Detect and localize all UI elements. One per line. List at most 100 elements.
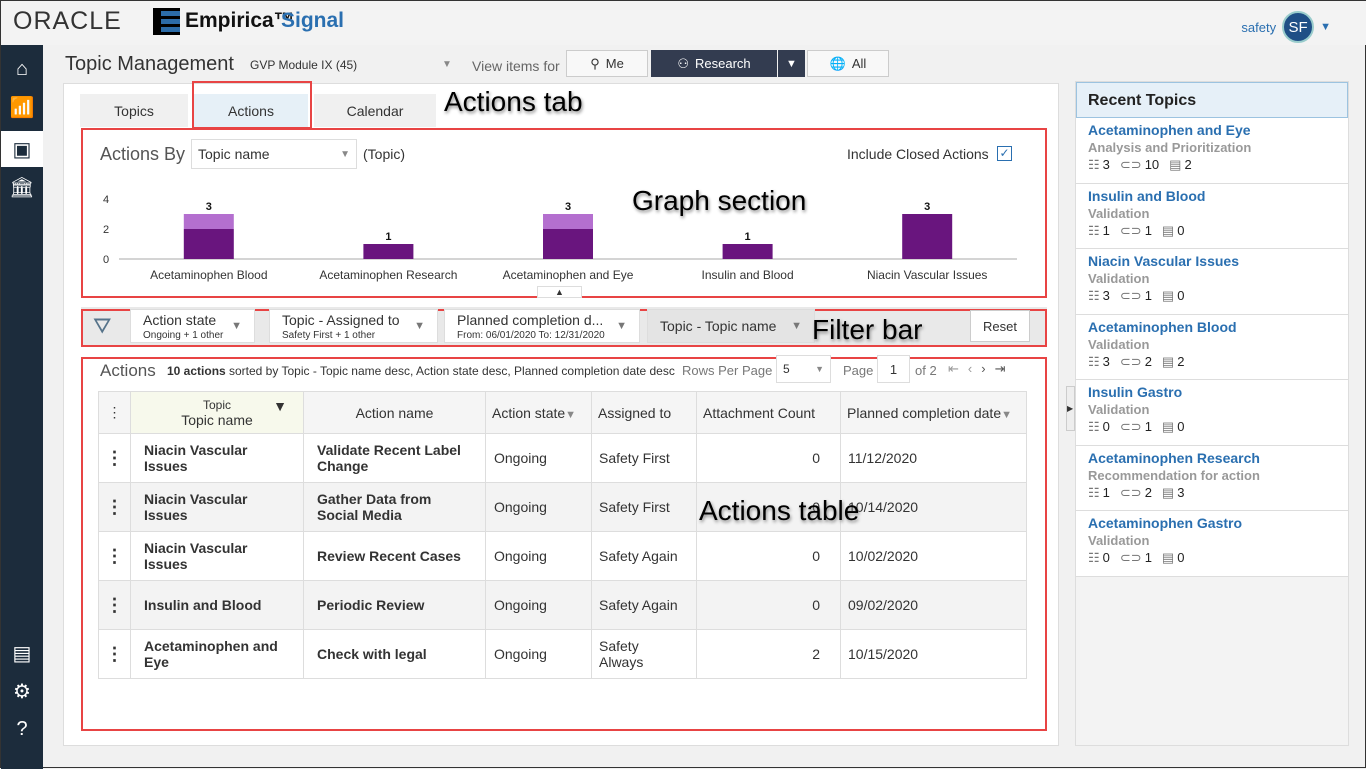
recent-topic-state: Validation: [1088, 205, 1150, 221]
settings-icon[interactable]: ⚙: [1, 673, 43, 709]
row-menu-header[interactable]: ⋮: [98, 391, 131, 434]
filter-topic-name[interactable]: Topic - Topic name ▼: [647, 309, 815, 343]
comment-icon: ▤: [1161, 288, 1175, 303]
expand-right-panel-button[interactable]: ▶: [1066, 386, 1075, 431]
group-by-select[interactable]: Topic name ▼: [191, 139, 357, 169]
signal-icon[interactable]: 📶: [1, 89, 43, 125]
reset-button[interactable]: Reset: [970, 310, 1030, 342]
comment-icon: ▤: [1169, 157, 1182, 172]
more-vertical-icon: ⋮: [105, 496, 124, 517]
cell-attachment-count: 2: [696, 629, 841, 679]
topics-icon[interactable]: ▣: [1, 131, 43, 167]
include-closed-checkbox[interactable]: ✓: [997, 146, 1012, 161]
module-select[interactable]: GVP Module IX (45): [250, 58, 357, 72]
actions-checklist-icon: ☷: [1088, 288, 1100, 303]
column-action-state[interactable]: Action state▼: [485, 391, 592, 434]
column-topic-name[interactable]: Topic Topic name ▼: [130, 391, 304, 434]
actions-title: Actions: [100, 361, 156, 380]
user-menu[interactable]: safety SF ▼: [1241, 11, 1331, 43]
page-input[interactable]: 1: [877, 355, 910, 383]
rows-per-page-select[interactable]: 5 ▼: [776, 355, 831, 383]
row-menu-button[interactable]: ⋮: [98, 433, 131, 483]
actions-count: 0: [1102, 550, 1110, 565]
table-row[interactable]: ⋮ Niacin Vascular Issues Review Recent C…: [98, 531, 1027, 581]
reports-icon[interactable]: 🏛: [1, 169, 43, 205]
recent-topic-title[interactable]: Acetaminophen and Eye: [1088, 122, 1336, 138]
cell-planned-date: 11/12/2020: [840, 433, 1027, 483]
table-row[interactable]: ⋮ Acetaminophen and Eye Check with legal…: [98, 629, 1027, 679]
pagination-controls[interactable]: ⇤‹›⇥: [948, 361, 1015, 377]
sort-desc-icon: ▼: [565, 408, 577, 421]
recent-topic-title[interactable]: Insulin and Blood: [1088, 188, 1336, 204]
filter-sub: Ongoing + 1 other: [143, 330, 224, 341]
table-row[interactable]: ⋮ Niacin Vascular Issues Validate Recent…: [98, 433, 1027, 483]
cell-action-name[interactable]: Gather Data from Social Media: [303, 482, 486, 532]
column-action-name[interactable]: Action name: [303, 391, 486, 434]
help-icon[interactable]: ?: [1, 711, 43, 747]
comments-icon[interactable]: ▤: [1, 635, 43, 671]
annotation-actions-table: Actions table: [699, 495, 860, 526]
cell-planned-date: 10/14/2020: [840, 482, 1027, 532]
view-items-label: View items for: [472, 58, 560, 74]
recent-topic-state: Validation: [1088, 533, 1150, 548]
column-attachment-count[interactable]: Attachment Count: [696, 391, 841, 434]
empirica-logo-text: Empirica™: [185, 9, 295, 32]
recent-topic-title[interactable]: Insulin Gastro: [1088, 384, 1336, 400]
attachments-count: 1: [1144, 222, 1152, 238]
recent-topic-title[interactable]: Acetaminophen Gastro: [1088, 515, 1336, 531]
recent-topic-state: Validation: [1088, 336, 1150, 352]
column-assigned-to[interactable]: Assigned to: [591, 391, 697, 434]
tab-topics[interactable]: Topics: [80, 94, 188, 127]
table-row[interactable]: ⋮ Insulin and Blood Periodic Review Ongo…: [98, 580, 1027, 630]
cell-action-name[interactable]: Validate Recent Label Change: [303, 433, 486, 483]
cell-topic: Niacin Vascular Issues: [130, 531, 304, 581]
cell-action-name[interactable]: Review Recent Cases: [303, 531, 486, 581]
more-vertical-icon: ⋮: [105, 643, 124, 664]
recent-topic-item[interactable]: Niacin Vascular Issues Validation ☷ 3 ⊂⊃ 1…: [1076, 249, 1348, 315]
column-label: Topic name: [181, 411, 253, 428]
recent-topic-item[interactable]: Acetaminophen and Eye Analysis and Prior…: [1076, 118, 1348, 184]
recent-topic-item[interactable]: Acetaminophen Blood Validation ☷ 3 ⊂⊃ 2 ▤ 2: [1076, 314, 1348, 380]
table-row[interactable]: ⋮ Niacin Vascular Issues Gather Data fro…: [98, 482, 1027, 532]
row-menu-button[interactable]: ⋮: [98, 531, 131, 581]
recent-topic-item[interactable]: Insulin and Blood Validation ☷ 1 ⊂⊃ 1 ▤ 0: [1076, 183, 1348, 249]
recent-topic-title[interactable]: Niacin Vascular Issues: [1088, 253, 1336, 269]
research-dropdown-button[interactable]: ▼: [778, 50, 805, 77]
attachments-count: 1: [1144, 550, 1152, 565]
recent-topic-title[interactable]: Acetaminophen Research: [1088, 450, 1336, 466]
last-page-icon[interactable]: ⇥: [995, 361, 1015, 376]
filter-icon[interactable]: ⛛: [93, 313, 111, 339]
chevron-down-icon[interactable]: ▼: [442, 59, 452, 70]
next-page-icon[interactable]: ›: [981, 361, 994, 376]
actions-count: 1: [1102, 484, 1110, 500]
recent-topic-item[interactable]: Acetaminophen Gastro Validation ☷ 0 ⊂⊃ 1 ▤…: [1076, 511, 1348, 577]
cell-topic: Acetaminophen and Eye: [130, 629, 304, 679]
prev-page-icon[interactable]: ‹: [968, 361, 981, 376]
actions-by-label: Actions By: [100, 144, 186, 164]
tab-calendar[interactable]: Calendar: [314, 94, 436, 127]
recent-topic-title[interactable]: Acetaminophen Blood: [1088, 319, 1336, 335]
first-page-icon[interactable]: ⇤: [948, 361, 968, 376]
row-menu-button[interactable]: ⋮: [98, 580, 131, 630]
all-label: All: [851, 56, 867, 71]
actions-count: 3: [1102, 288, 1110, 303]
cell-planned-date: 09/02/2020: [840, 580, 1027, 630]
view-all-button[interactable]: 🌐 All: [807, 50, 889, 77]
filter-action-state[interactable]: Action state Ongoing + 1 other ▼: [130, 309, 255, 343]
collapse-chart-button[interactable]: ▲: [537, 286, 582, 298]
attachments-count: 2: [1144, 484, 1152, 500]
recent-topic-item[interactable]: Insulin Gastro Validation ☷ 0 ⊂⊃ 1 ▤ 0: [1076, 380, 1348, 446]
home-icon[interactable]: ⌂: [1, 51, 43, 87]
row-menu-button[interactable]: ⋮: [98, 482, 131, 532]
cell-attachment-count: 0: [696, 580, 841, 630]
view-research-button[interactable]: ⚇ Research: [651, 50, 777, 77]
filter-planned-date[interactable]: Planned completion d... From: 06/01/2020 …: [444, 309, 640, 343]
attachments-count: 1: [1144, 419, 1152, 434]
view-me-button[interactable]: ⚲ Me: [566, 50, 648, 77]
column-planned-date[interactable]: Planned completion date▼: [840, 391, 1027, 434]
recent-topic-item[interactable]: Acetaminophen Research Recommendation fo…: [1076, 445, 1348, 511]
cell-action-name[interactable]: Periodic Review: [303, 580, 486, 630]
row-menu-button[interactable]: ⋮: [98, 629, 131, 679]
filter-assigned-to[interactable]: Topic - Assigned to Safety First + 1 othe…: [269, 309, 438, 343]
cell-action-name[interactable]: Check with legal: [303, 629, 486, 679]
